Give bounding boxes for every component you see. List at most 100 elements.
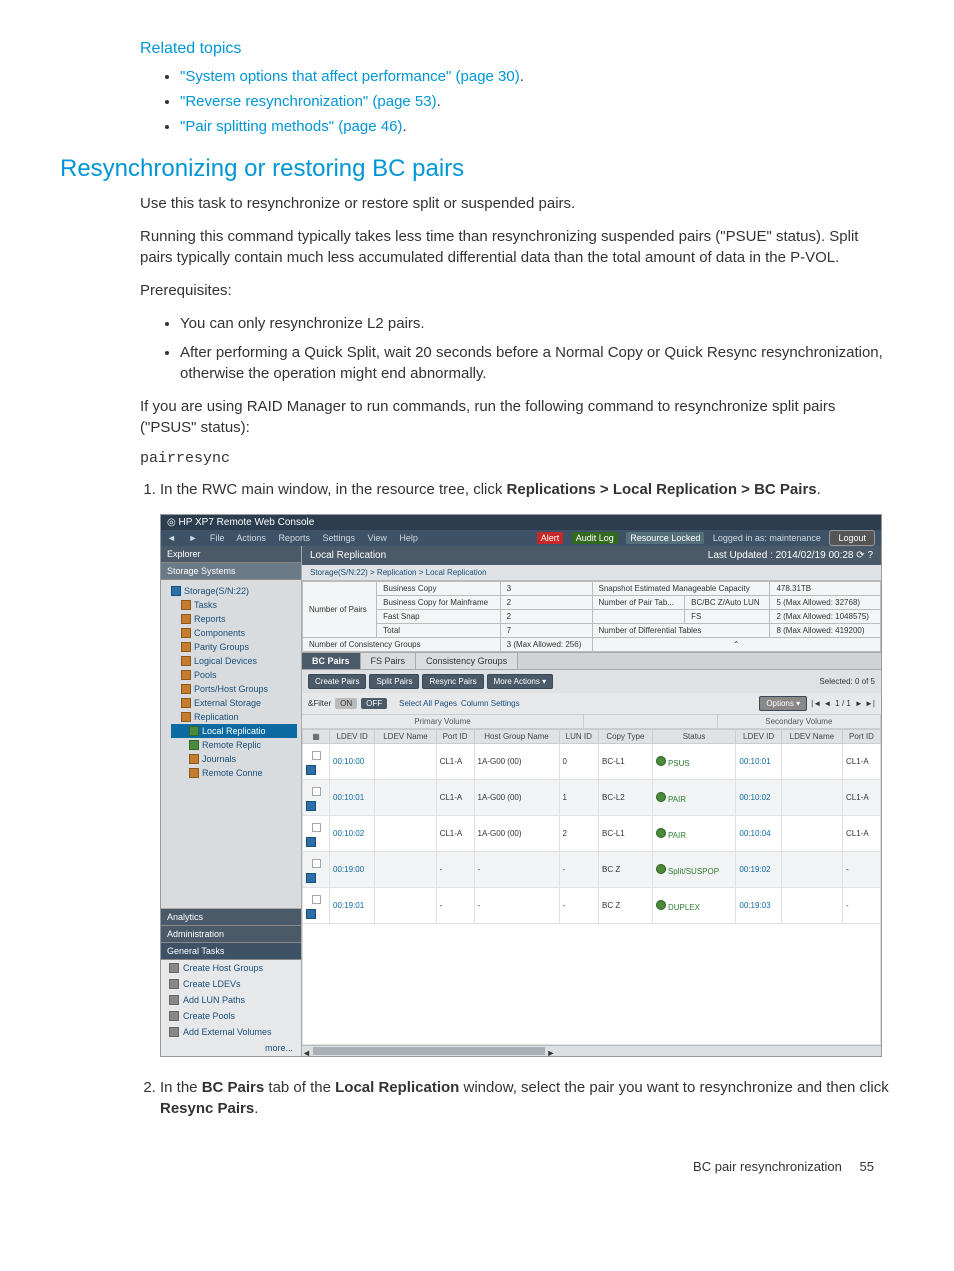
- section-heading: Resynchronizing or restoring BC pairs: [60, 155, 894, 183]
- window-titlebar: ◎ HP XP7 Remote Web Console: [161, 515, 881, 530]
- related-topics-heading: Related topics: [140, 40, 894, 58]
- filter-off[interactable]: OFF: [361, 698, 387, 709]
- select-all-link[interactable]: Select All Pages: [399, 699, 457, 708]
- menu-actions[interactable]: Actions: [236, 533, 266, 543]
- tab-strip: BC Pairs FS Pairs Consistency Groups: [302, 652, 881, 670]
- volume-icon: [306, 801, 316, 811]
- step-1: In the RWC main window, in the resource …: [160, 479, 894, 500]
- related-link-0[interactable]: "System options that affect performance"…: [180, 68, 520, 85]
- tree-components[interactable]: Components: [171, 626, 297, 640]
- filter-on[interactable]: ON: [335, 698, 357, 709]
- sidebar: Explorer Storage Systems Storage(S/N:22)…: [161, 546, 302, 1056]
- breadcrumb[interactable]: Storage(S/N:22) > Replication > Local Re…: [302, 565, 881, 581]
- ldev-icon: [181, 656, 191, 666]
- related-topics-list: "System options that affect performance"…: [180, 68, 894, 135]
- tree-ldev[interactable]: Logical Devices: [171, 654, 297, 668]
- more-link[interactable]: more...: [161, 1040, 301, 1056]
- task-3[interactable]: Create Pools: [161, 1008, 301, 1024]
- table-row[interactable]: 00:10:02CL1-A1A-G00 (00)2BC-L1 PAIR00:10…: [303, 816, 881, 852]
- tree-remote-conn[interactable]: Remote Conne: [171, 766, 297, 780]
- tree-tasks[interactable]: Tasks: [171, 598, 297, 612]
- table-empty-area: [302, 924, 881, 1045]
- tree-pools[interactable]: Pools: [171, 668, 297, 682]
- hostgroup-icon: [169, 963, 179, 973]
- raid-para: If you are using RAID Manager to run com…: [140, 396, 894, 438]
- create-pairs-button[interactable]: Create Pairs: [308, 674, 366, 689]
- page-number: 55: [860, 1159, 874, 1174]
- tree-parity[interactable]: Parity Groups: [171, 640, 297, 654]
- local-rep-icon: [189, 726, 199, 736]
- remote-rep-icon: [189, 740, 199, 750]
- gentasks-header: General Tasks: [161, 943, 301, 960]
- alert-badge[interactable]: Alert: [537, 532, 564, 544]
- tree-replication[interactable]: Replication: [171, 710, 297, 724]
- steps-list: In the RWC main window, in the resource …: [160, 479, 894, 500]
- explorer-header[interactable]: Explorer: [161, 546, 301, 563]
- admin-header[interactable]: Administration: [161, 926, 301, 943]
- menu-reports[interactable]: Reports: [278, 533, 310, 543]
- auditlog-badge[interactable]: Audit Log: [572, 532, 618, 544]
- page-prev-icon[interactable]: |◄ ◄: [811, 699, 831, 708]
- more-actions-button[interactable]: More Actions ▾: [487, 674, 554, 689]
- table-row[interactable]: 00:19:01---BC Z DUPLEX00:19:03-: [303, 888, 881, 924]
- parity-icon: [181, 642, 191, 652]
- main-title: Local Replication: [310, 550, 386, 561]
- task-0[interactable]: Create Host Groups: [161, 960, 301, 976]
- tree-local-replication[interactable]: Local Replicatio: [171, 724, 297, 738]
- tab-fs-pairs[interactable]: FS Pairs: [361, 653, 417, 669]
- row-checkbox[interactable]: [312, 859, 321, 868]
- refresh-icon[interactable]: ⟳: [856, 550, 867, 561]
- nav-back-icon[interactable]: ◄: [167, 533, 176, 543]
- tree-ports[interactable]: Ports/Host Groups: [171, 682, 297, 696]
- split-pairs-button[interactable]: Split Pairs: [369, 674, 419, 689]
- tree-remote-replication[interactable]: Remote Replic: [171, 738, 297, 752]
- column-settings-link[interactable]: Column Settings: [461, 699, 520, 708]
- ports-icon: [181, 684, 191, 694]
- resync-pairs-button[interactable]: Resync Pairs: [422, 674, 483, 689]
- row-checkbox[interactable]: [312, 751, 321, 760]
- expand-all-icon[interactable]: ▦: [312, 732, 320, 741]
- row-checkbox[interactable]: [312, 823, 321, 832]
- status-icon: [656, 864, 666, 874]
- tree-journals[interactable]: Journals: [171, 752, 297, 766]
- steps-list-2: In the BC Pairs tab of the Local Replica…: [160, 1077, 894, 1119]
- main-panel: Local Replication Last Updated : 2014/02…: [302, 546, 881, 1056]
- options-button[interactable]: Options ▾: [759, 696, 807, 711]
- table-row[interactable]: 00:10:00CL1-A1A-G00 (00)0BC-L1 PSUS00:10…: [303, 744, 881, 780]
- extvol-icon: [169, 1027, 179, 1037]
- volume-icon: [306, 909, 316, 919]
- row-checkbox[interactable]: [312, 895, 321, 904]
- h-scrollbar[interactable]: ◄►: [302, 1045, 881, 1056]
- lunpath-icon: [169, 995, 179, 1005]
- nav-fwd-icon[interactable]: ►: [188, 533, 197, 543]
- tree-reports[interactable]: Reports: [171, 612, 297, 626]
- help-icon[interactable]: ?: [867, 550, 873, 561]
- related-link-2[interactable]: "Pair splitting methods" (page 46): [180, 118, 402, 135]
- external-icon: [181, 698, 191, 708]
- resource-badge[interactable]: Resource Locked: [626, 532, 704, 544]
- storage-systems-header[interactable]: Storage Systems: [161, 563, 301, 580]
- analytics-header[interactable]: Analytics: [161, 908, 301, 926]
- menubar: ◄ ► File Actions Reports Settings View H…: [161, 530, 881, 546]
- menu-view[interactable]: View: [368, 533, 387, 543]
- footer-title: BC pair resynchronization: [693, 1159, 842, 1174]
- tab-bc-pairs[interactable]: BC Pairs: [302, 653, 361, 669]
- volume-icon: [306, 837, 316, 847]
- tree-root[interactable]: Storage(S/N:22): [171, 584, 297, 598]
- related-link-1[interactable]: "Reverse resynchronization" (page 53): [180, 93, 437, 110]
- menu-settings[interactable]: Settings: [322, 533, 355, 543]
- menu-file[interactable]: File: [210, 533, 225, 543]
- tab-consistency[interactable]: Consistency Groups: [416, 653, 518, 669]
- page-next-icon[interactable]: ► ►|: [855, 699, 875, 708]
- task-1[interactable]: Create LDEVs: [161, 976, 301, 992]
- login-status: Logged in as: maintenance: [713, 533, 821, 543]
- status-icon: [656, 792, 666, 802]
- task-4[interactable]: Add External Volumes: [161, 1024, 301, 1040]
- tree-external[interactable]: External Storage: [171, 696, 297, 710]
- logout-button[interactable]: Logout: [829, 530, 875, 546]
- table-row[interactable]: 00:19:00---BC Z Split/SUSPOP00:19:02-: [303, 852, 881, 888]
- task-2[interactable]: Add LUN Paths: [161, 992, 301, 1008]
- table-row[interactable]: 00:10:01CL1-A1A-G00 (00)1BC-L2 PAIR00:10…: [303, 780, 881, 816]
- menu-help[interactable]: Help: [399, 533, 418, 543]
- row-checkbox[interactable]: [312, 787, 321, 796]
